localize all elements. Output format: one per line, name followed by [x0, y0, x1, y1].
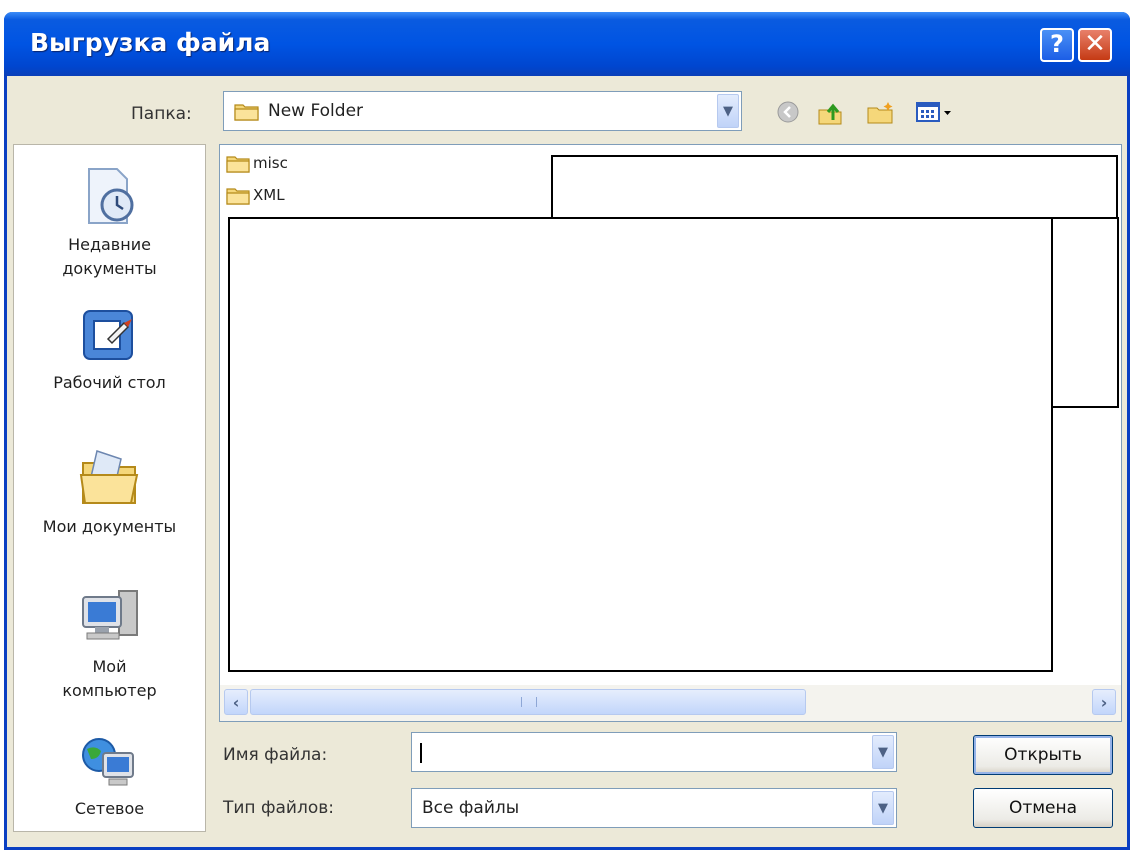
scroll-right-button[interactable]: › [1092, 689, 1116, 715]
list-item[interactable]: XML [226, 185, 285, 205]
filename-label: Имя файла: [223, 745, 328, 765]
filetype-label: Тип файлов: [223, 798, 334, 818]
place-my-documents[interactable]: Мои документы [14, 445, 205, 539]
place-my-computer[interactable]: Мой компьютер [14, 585, 205, 703]
desktop-icon [82, 310, 133, 360]
place-network-label: Сетевое [74, 799, 145, 818]
close-button[interactable]: ✕ [1078, 28, 1112, 62]
redaction-box [1051, 217, 1119, 408]
filetype-value: Все файлы [422, 798, 520, 818]
open-button[interactable]: Открыть [973, 735, 1113, 775]
back-icon[interactable] [773, 100, 803, 126]
up-folder-icon[interactable] [815, 100, 845, 126]
file-list[interactable]: misc XML ‹ › [219, 144, 1122, 722]
recent-documents-icon [87, 168, 133, 224]
place-desktop-label: Рабочий стол [53, 373, 166, 392]
new-folder-icon[interactable] [865, 100, 897, 126]
place-recent-documents-label: Недавние документы [62, 235, 157, 278]
help-button[interactable]: ? [1040, 28, 1074, 62]
scroll-left-button[interactable]: ‹ [224, 689, 248, 715]
chevron-down-icon[interactable]: ▼ [872, 791, 894, 825]
text-cursor [420, 743, 422, 763]
network-icon [81, 738, 134, 786]
place-my-documents-label: Мои документы [42, 517, 177, 536]
view-menu-icon[interactable] [913, 100, 957, 126]
title-bar[interactable]: Выгрузка файла ? ✕ [4, 12, 1130, 76]
folder-dropdown-value: New Folder [234, 92, 363, 130]
place-network[interactable]: Сетевое [14, 735, 205, 821]
file-name: XML [253, 186, 285, 204]
place-desktop[interactable]: Рабочий стол [14, 305, 205, 395]
grip-icon [521, 697, 537, 707]
folder-dropdown[interactable]: New Folder ▼ [223, 91, 742, 131]
place-recent-documents[interactable]: Недавние документы [14, 165, 205, 281]
folder-icon [226, 188, 250, 205]
folder-icon [226, 156, 250, 173]
file-name: misc [253, 154, 288, 172]
horizontal-scrollbar[interactable]: ‹ › [220, 685, 1121, 721]
filename-input[interactable]: ▼ [411, 732, 897, 772]
my-documents-icon [79, 450, 138, 504]
place-my-computer-label: Мой компьютер [62, 657, 157, 700]
folder-label: Папка: [131, 104, 192, 124]
chevron-down-icon[interactable]: ▼ [872, 735, 894, 769]
redaction-box [228, 217, 1053, 672]
current-folder-name: New Folder [268, 101, 364, 121]
dialog-title: Выгрузка файла [30, 28, 271, 57]
file-upload-dialog: Выгрузка файла ? ✕ Папка: New Folder ▼ Н… [4, 12, 1130, 850]
redaction-box [551, 155, 1118, 219]
chevron-down-icon[interactable]: ▼ [717, 94, 739, 128]
scroll-thumb[interactable] [250, 689, 806, 715]
my-computer-icon [81, 590, 138, 640]
cancel-button[interactable]: Отмена [973, 788, 1113, 828]
filetype-dropdown[interactable]: Все файлы ▼ [411, 788, 897, 828]
places-bar: Недавние документы Рабочий стол Мои доку… [13, 144, 206, 832]
list-item[interactable]: misc [226, 153, 288, 173]
folder-icon [234, 104, 259, 121]
